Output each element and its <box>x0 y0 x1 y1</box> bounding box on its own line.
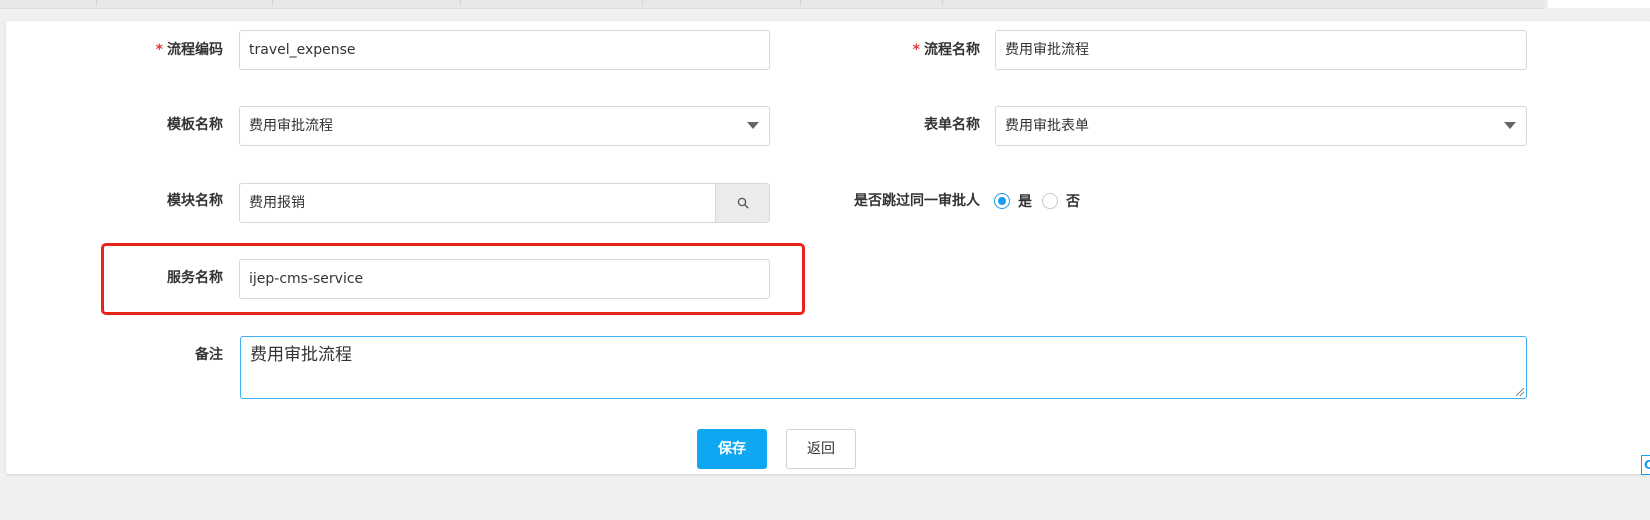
chevron-down-icon <box>747 122 759 129</box>
process-code-input[interactable]: travel_expense <box>239 30 770 70</box>
process-code-value: travel_expense <box>249 42 356 58</box>
skip-same-approver-radio-group: 是 否 <box>994 191 1090 211</box>
tab-fragment[interactable] <box>644 0 801 6</box>
template-name-label: 模板名称 <box>167 117 223 133</box>
remarks-textarea[interactable]: 费用审批流程 <box>240 336 1527 399</box>
service-name-input[interactable]: ijep-cms-service <box>239 259 770 299</box>
module-search-button[interactable] <box>715 184 769 222</box>
skip-same-approver-label: 是否跳过同一审批人 <box>854 193 980 209</box>
resize-grip-icon[interactable] <box>1516 388 1524 396</box>
back-button[interactable]: 返回 <box>786 429 856 469</box>
module-name-label: 模块名称 <box>167 193 223 209</box>
form-name-select[interactable]: 费用审批表单 <box>995 106 1527 146</box>
remarks-label: 备注 <box>195 347 223 363</box>
radio-no[interactable] <box>1042 193 1058 209</box>
process-name-input[interactable]: 费用审批流程 <box>995 30 1527 70</box>
tab-fragment[interactable] <box>98 0 273 6</box>
tab-fragment[interactable] <box>802 0 943 6</box>
process-name-value: 费用审批流程 <box>1005 42 1089 58</box>
module-name-input[interactable]: 费用报销 <box>239 183 770 223</box>
required-mark: * <box>155 42 163 58</box>
required-mark: * <box>912 42 920 58</box>
form-name-label: 表单名称 <box>924 117 980 133</box>
remarks-value: 费用审批流程 <box>250 345 352 365</box>
template-name-select[interactable]: 费用审批流程 <box>239 106 770 146</box>
service-name-label: 服务名称 <box>167 270 223 286</box>
top-right-area <box>1548 0 1650 8</box>
template-name-value: 费用审批流程 <box>249 118 333 134</box>
radio-no-label[interactable]: 否 <box>1066 191 1080 211</box>
tab-fragment[interactable] <box>0 0 97 6</box>
radio-yes-label[interactable]: 是 <box>1018 191 1032 211</box>
radio-yes[interactable] <box>994 193 1010 209</box>
tab-fragment[interactable] <box>274 0 461 6</box>
chevron-down-icon <box>1504 122 1516 129</box>
save-button[interactable]: 保存 <box>697 429 767 469</box>
form-name-value: 费用审批表单 <box>1005 118 1089 134</box>
search-icon <box>737 197 749 209</box>
service-name-value: ijep-cms-service <box>249 271 364 287</box>
process-name-label: * 流程名称 <box>912 42 980 58</box>
edge-widget[interactable]: C <box>1641 455 1650 475</box>
process-code-label: * 流程编码 <box>155 42 223 58</box>
tab-fragment[interactable] <box>462 0 643 6</box>
top-tab-strip <box>0 0 1545 9</box>
module-name-value: 费用报销 <box>249 195 305 211</box>
